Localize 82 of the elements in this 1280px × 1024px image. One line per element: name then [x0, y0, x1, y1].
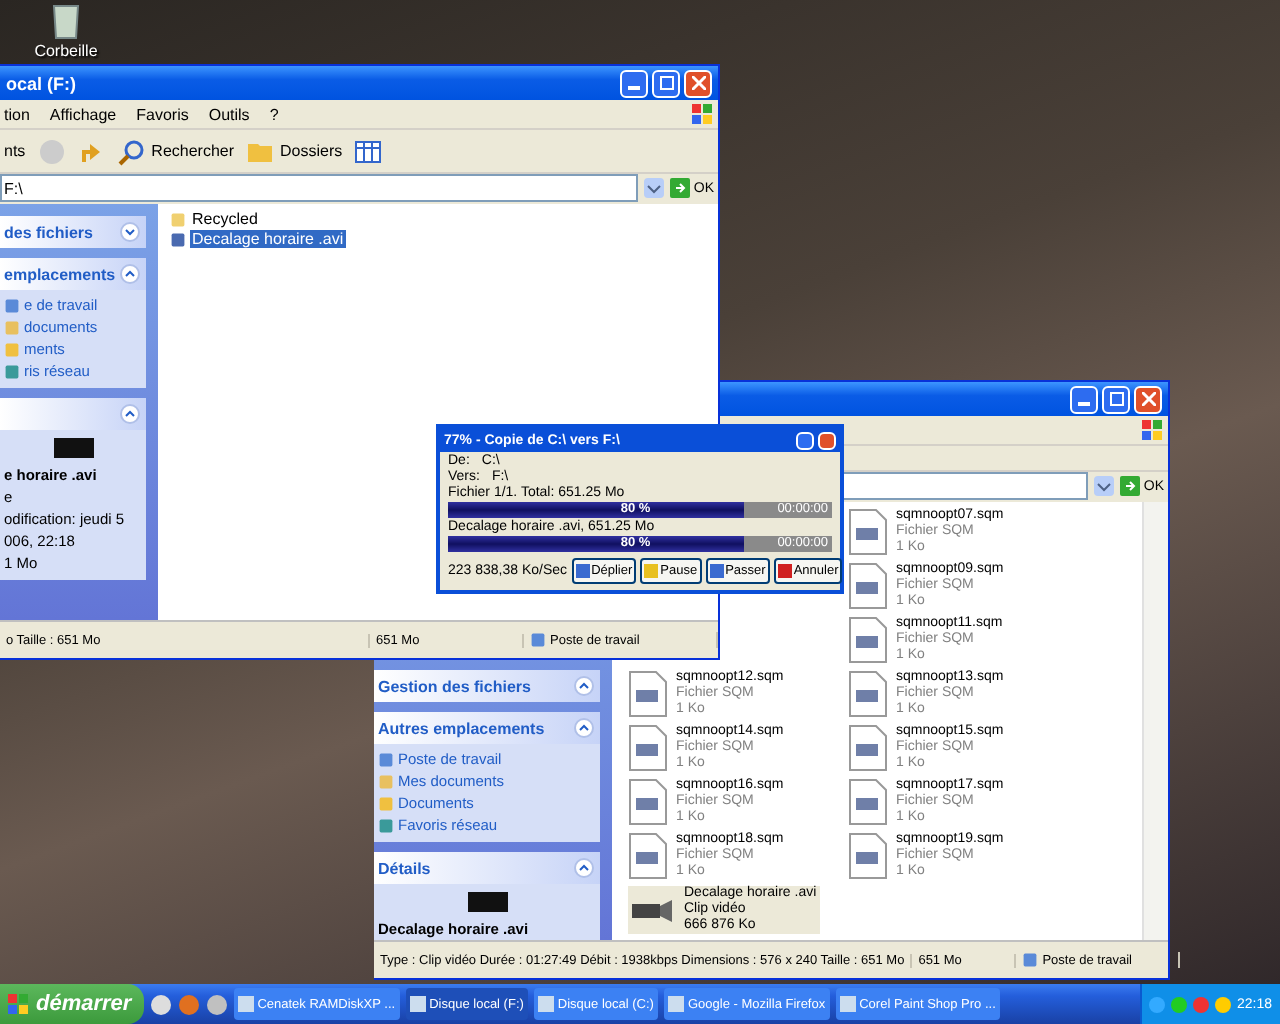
- chevron-up-icon: [578, 680, 590, 692]
- panel-title: Détails: [378, 859, 431, 877]
- menu-item[interactable]: tion: [4, 105, 30, 123]
- video-thumbnail-icon: [53, 438, 93, 458]
- views-button[interactable]: [354, 139, 383, 163]
- button-icon: [644, 564, 659, 578]
- windows-logo-icon: [690, 102, 714, 126]
- collapse-button[interactable]: [120, 222, 140, 242]
- recycle-bin-icon: [50, 0, 82, 40]
- button-icon: [575, 564, 590, 578]
- document-icon: [848, 562, 888, 610]
- quick-launch-icon[interactable]: [149, 993, 172, 1015]
- toolbar-button[interactable]: nts: [4, 142, 26, 160]
- document-icon: [628, 778, 668, 826]
- close-button[interactable]: [818, 431, 836, 449]
- folders-button[interactable]: Dossiers: [246, 139, 343, 163]
- document-icon: [628, 832, 668, 880]
- button-icon: [709, 564, 724, 578]
- close-button[interactable]: [1134, 385, 1162, 413]
- document-icon: [848, 616, 888, 664]
- window-icon: [409, 996, 426, 1012]
- file-item[interactable]: Recycled: [170, 210, 706, 228]
- window-icon: [667, 996, 684, 1012]
- window-icon: [839, 996, 856, 1012]
- close-icon: [1141, 392, 1155, 406]
- collapse-button[interactable]: [574, 676, 594, 696]
- folder-icon: [246, 139, 275, 163]
- chevron-up-icon: [578, 862, 590, 874]
- panel-title: Autres emplacements: [378, 719, 545, 737]
- windows-logo-icon: [1140, 418, 1164, 442]
- collapse-button[interactable]: [574, 858, 594, 878]
- document-icon: [628, 670, 668, 718]
- file-item[interactable]: Decalage horaire .avi: [170, 230, 706, 248]
- minimize-button[interactable]: [1070, 385, 1098, 413]
- document-icon: [848, 778, 888, 826]
- grid-icon: [354, 139, 383, 163]
- maximize-icon: [659, 76, 673, 90]
- button-icon: [777, 564, 792, 578]
- window-title: ocal (F:): [6, 73, 78, 93]
- panel-title: emplacements: [4, 265, 116, 283]
- address-field[interactable]: F:\: [0, 174, 638, 202]
- chevron-down-icon: [124, 226, 136, 238]
- collapse-button[interactable]: [120, 264, 140, 284]
- go-arrow-icon: [669, 178, 690, 198]
- document-icon: [848, 724, 888, 772]
- menu-item[interactable]: Favoris: [136, 105, 189, 123]
- panel-title: des fichiers: [4, 223, 93, 241]
- close-icon: [691, 76, 705, 90]
- maximize-icon: [1109, 392, 1123, 406]
- maximize-button[interactable]: [1102, 385, 1130, 413]
- menu-item[interactable]: ?: [269, 105, 279, 123]
- menu-item[interactable]: Affichage: [49, 105, 117, 123]
- minimize-button[interactable]: [620, 69, 648, 97]
- quick-launch-icon[interactable]: [177, 993, 200, 1015]
- search-icon: [117, 137, 146, 165]
- go-arrow-icon: [1119, 476, 1140, 496]
- panel-title: Gestion des fichiers: [378, 677, 531, 695]
- windows-logo-icon: [6, 992, 30, 1016]
- window-icon: [237, 996, 254, 1012]
- collapse-button[interactable]: [574, 718, 594, 738]
- close-button[interactable]: [684, 69, 712, 97]
- restore-button[interactable]: [796, 431, 814, 449]
- scrollbar[interactable]: [1142, 502, 1168, 940]
- document-icon: [848, 832, 888, 880]
- search-button[interactable]: Rechercher: [117, 137, 235, 165]
- window-icon: [537, 996, 554, 1012]
- computer-icon: [1022, 952, 1039, 968]
- folder-icon: [170, 211, 186, 227]
- chevron-up-icon: [124, 408, 136, 420]
- desktop-icon[interactable]: Corbeille: [8, 0, 124, 60]
- document-icon: [848, 508, 888, 556]
- computer-icon: [530, 632, 546, 648]
- chevron-up-icon: [124, 268, 136, 280]
- menu-item[interactable]: Outils: [208, 105, 250, 123]
- maximize-button[interactable]: [652, 69, 680, 97]
- document-icon: [628, 724, 668, 772]
- document-icon: [848, 670, 888, 718]
- video-thumbnail-icon: [467, 892, 507, 912]
- chevron-up-icon: [578, 722, 590, 734]
- quick-launch-icon[interactable]: [205, 993, 228, 1015]
- video-file-icon: [170, 231, 186, 247]
- collapse-button[interactable]: [120, 404, 140, 424]
